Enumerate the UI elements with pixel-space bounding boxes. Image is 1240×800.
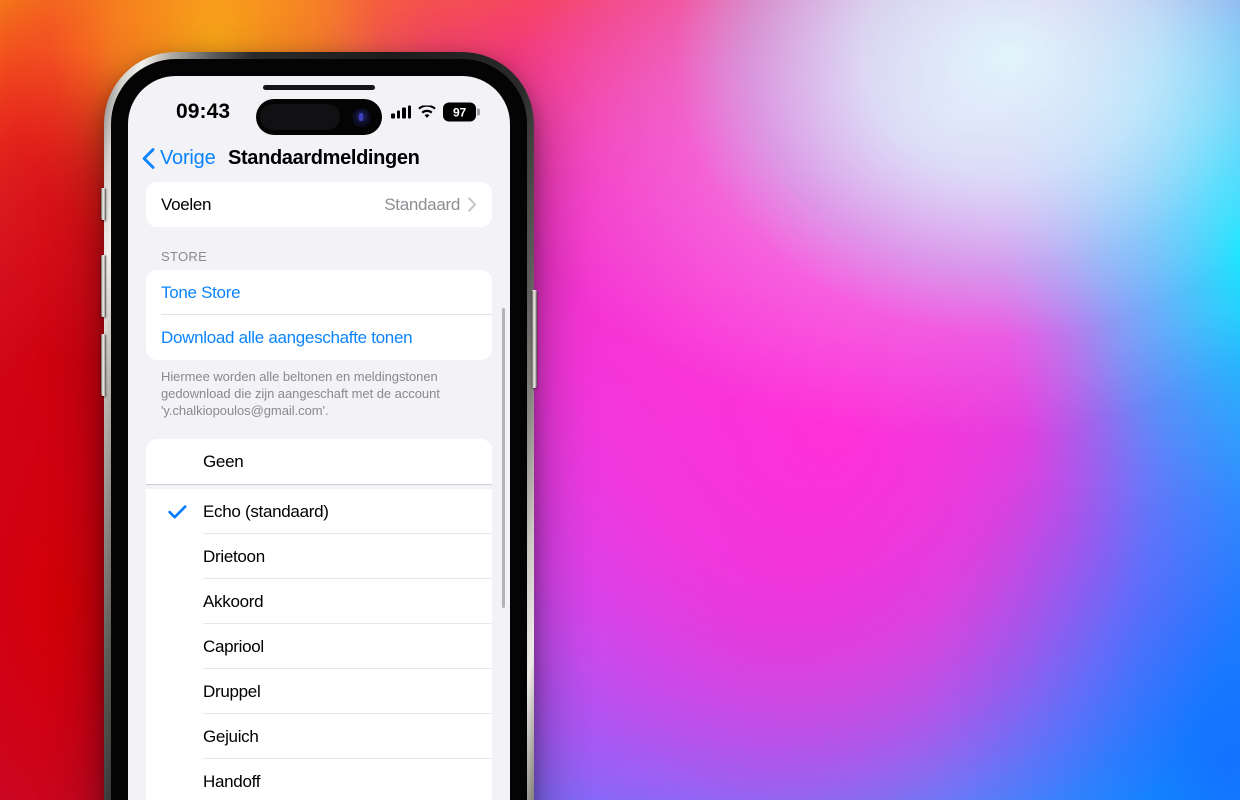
volume-down-button[interactable] xyxy=(101,334,106,396)
navigation-bar: Vorige Standaardmeldingen xyxy=(128,134,510,182)
tone-label: Capriool xyxy=(203,636,264,656)
row-value: Standaard xyxy=(384,194,460,214)
status-bar-indicators: 97 xyxy=(391,102,480,122)
tone-list-card: Echo (standaard) Drietoon Akkoord Caprio… xyxy=(146,489,492,800)
volume-up-button[interactable] xyxy=(101,255,106,317)
haptics-section-card: Voelen Standaard xyxy=(146,182,492,227)
tone-label: Echo (standaard) xyxy=(203,501,329,521)
power-button[interactable] xyxy=(532,290,537,388)
tone-row-druppel[interactable]: Druppel xyxy=(146,669,492,714)
tone-row-echo[interactable]: Echo (standaard) xyxy=(146,489,492,534)
tone-row-gejuich[interactable]: Gejuich xyxy=(146,714,492,759)
dynamic-island[interactable] xyxy=(256,99,382,135)
front-camera-lens-icon xyxy=(354,109,369,125)
row-label: Voelen xyxy=(161,194,212,214)
tone-label: Geen xyxy=(203,451,244,471)
tone-label: Drietoon xyxy=(203,546,265,566)
iphone-screen: 09:43 97 Vorige Standaardmeldingen Voele… xyxy=(128,76,510,800)
dynamic-island-pill xyxy=(260,104,340,130)
tone-row-drietoon[interactable]: Drietoon xyxy=(146,534,492,579)
settings-row-download-purchased-tones[interactable]: Download alle aangeschafte tonen xyxy=(146,315,492,360)
action-button[interactable] xyxy=(101,188,106,220)
chevron-left-icon xyxy=(142,147,155,169)
tone-row-handoff[interactable]: Handoff xyxy=(146,759,492,800)
battery-icon: 97 xyxy=(443,102,480,122)
chevron-right-icon xyxy=(468,197,476,212)
store-section-header: STORE xyxy=(161,249,208,264)
scroll-indicator[interactable] xyxy=(502,308,505,608)
store-section-footer: Hiermee worden alle beltonen en meldings… xyxy=(161,369,440,418)
battery-percentage: 97 xyxy=(453,105,466,119)
settings-scroll-view[interactable]: Voelen Standaard STORE Tone Store Downlo… xyxy=(128,182,510,800)
tone-label: Handoff xyxy=(203,771,261,791)
row-label: Tone Store xyxy=(161,282,241,302)
settings-row-voelen[interactable]: Voelen Standaard xyxy=(146,182,492,227)
tone-label: Gejuich xyxy=(203,726,259,746)
back-button-label: Vorige xyxy=(160,146,216,169)
tone-row-akkoord[interactable]: Akkoord xyxy=(146,579,492,624)
tone-label: Akkoord xyxy=(203,591,264,611)
tone-row-capriool[interactable]: Capriool xyxy=(146,624,492,669)
settings-row-tone-store[interactable]: Tone Store xyxy=(146,270,492,315)
row-label: Download alle aangeschafte tonen xyxy=(161,327,413,347)
iphone-device-frame: 09:43 97 Vorige Standaardmeldingen Voele… xyxy=(101,52,537,800)
checkmark-icon xyxy=(168,504,187,518)
page-title: Standaardmeldingen xyxy=(228,146,420,169)
tone-row-geen[interactable]: Geen xyxy=(146,439,492,484)
status-bar-clock: 09:43 xyxy=(176,100,231,123)
back-button[interactable]: Vorige xyxy=(142,147,216,170)
store-section-card: Tone Store Download alle aangeschafte to… xyxy=(146,270,492,360)
tone-none-card: Geen xyxy=(146,439,492,484)
status-bar: 09:43 97 xyxy=(128,76,510,135)
tone-label: Druppel xyxy=(203,681,261,701)
cellular-bars-icon xyxy=(391,105,411,119)
wifi-icon xyxy=(418,105,436,118)
tones-section: Geen Echo (standaard) Drietoon Akkoord C… xyxy=(128,439,510,800)
